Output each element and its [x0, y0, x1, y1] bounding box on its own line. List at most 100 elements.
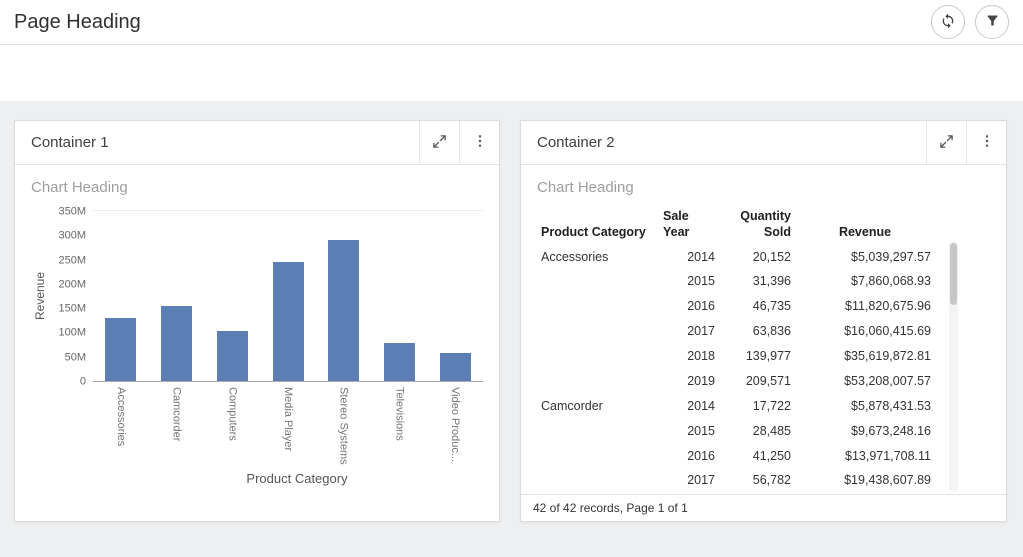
table-cell: 2016	[659, 444, 719, 469]
chart-bar[interactable]	[273, 262, 304, 381]
plot-row: 050M100M150M200M250M300M350M	[49, 210, 483, 382]
table-cell: 46,735	[719, 294, 795, 319]
bar-slot	[372, 211, 428, 381]
x-tick-label: Camcorder	[171, 387, 183, 465]
bar-slot	[93, 211, 149, 381]
table-head-row: Product CategorySale YearQuantity SoldRe…	[537, 206, 935, 245]
table-row: Camcorder201417,722$5,878,431.53	[537, 394, 935, 419]
container-2-expand-button[interactable]	[926, 121, 966, 164]
kebab-menu-icon	[979, 133, 995, 152]
table-cell: 2018	[659, 344, 719, 369]
filter-icon	[985, 13, 1000, 31]
x-axis-spacer	[49, 382, 93, 465]
container-1-menu-button[interactable]	[459, 121, 499, 164]
table-cell: 31,396	[719, 269, 795, 294]
chart-bar[interactable]	[440, 353, 471, 381]
container-1: Container 1 Chart Heading Revenue	[14, 120, 500, 522]
table-cell: 20,152	[719, 245, 795, 270]
y-tick-label: 300M	[58, 231, 86, 242]
table-cell: 2017	[659, 319, 719, 344]
x-tick-label: Televisions	[393, 387, 405, 465]
chart-bar[interactable]	[328, 240, 359, 381]
table-cell: $16,060,415.69	[795, 319, 935, 344]
table-cell	[537, 344, 659, 369]
chart-heading: Chart Heading	[537, 179, 990, 196]
y-axis-label: Revenue	[33, 210, 47, 382]
container-2-body: Chart Heading Product CategorySale YearQ…	[521, 165, 1006, 494]
container-2-menu-button[interactable]	[966, 121, 1006, 164]
table-cell	[537, 269, 659, 294]
table-header-cell: Quantity Sold	[719, 206, 795, 245]
y-tick-label: 150M	[58, 304, 86, 315]
toolbar-strip	[0, 45, 1023, 101]
table-cell	[537, 444, 659, 469]
scrollbar-thumb[interactable]	[950, 243, 957, 305]
table-scrollbar[interactable]	[949, 241, 958, 492]
x-tick-label: Media Player	[282, 387, 294, 465]
topbar-actions	[931, 5, 1009, 39]
y-tick-label: 350M	[58, 207, 86, 218]
data-table-wrap: Product CategorySale YearQuantity SoldRe…	[537, 206, 935, 494]
table-cell: $19,438,607.89	[795, 468, 935, 493]
chart-bar[interactable]	[217, 331, 248, 382]
table-row: Accessories201420,152$5,039,297.57	[537, 245, 935, 270]
table-cell: 2019	[659, 369, 719, 394]
table-row: 2018139,977$35,619,872.81	[537, 344, 935, 369]
chart-bar[interactable]	[105, 318, 136, 381]
table-row: 2019209,571$53,208,007.57	[537, 369, 935, 394]
table-cell: 2015	[659, 269, 719, 294]
x-axis-ticks: Accessories Camcorder Computers Media Playe…	[93, 382, 483, 465]
kebab-menu-icon	[472, 133, 488, 152]
data-table: Product CategorySale YearQuantity SoldRe…	[537, 206, 935, 494]
bar-slot	[204, 211, 260, 381]
y-tick-label: 200M	[58, 279, 86, 290]
y-axis-label-column: Revenue	[31, 210, 49, 486]
table-cell: $42,396,539.60	[795, 493, 935, 494]
x-tick-label: Computers	[226, 387, 238, 465]
x-ticks-row: Accessories Camcorder Computers Media Playe…	[49, 382, 483, 465]
table-cell: 209,571	[719, 369, 795, 394]
chart-bar[interactable]	[161, 306, 192, 381]
container-1-title: Container 1	[15, 121, 419, 164]
y-tick-label: 250M	[58, 255, 86, 266]
table-cell: $5,878,431.53	[795, 394, 935, 419]
x-tick-label: Video Produc...	[449, 387, 461, 465]
table-cell: $7,860,068.93	[795, 269, 935, 294]
container-2: Container 2 Chart Heading Product Catego…	[520, 120, 1007, 522]
container-1-expand-button[interactable]	[419, 121, 459, 164]
refresh-button[interactable]	[931, 5, 965, 39]
chart-bar[interactable]	[384, 343, 415, 381]
x-tick-slot: Video Produc...	[427, 382, 483, 465]
expand-icon	[939, 134, 954, 152]
table-row: 201641,250$13,971,708.11	[537, 444, 935, 469]
table-cell	[537, 468, 659, 493]
table-cell	[537, 294, 659, 319]
x-tick-slot: Stereo Systems	[316, 382, 372, 465]
table-cell: Camcorder	[537, 394, 659, 419]
table-cell: 123,972	[719, 493, 795, 494]
table-cell: $53,208,007.57	[795, 369, 935, 394]
plot-area	[93, 210, 483, 382]
y-tick-label: 0	[80, 377, 86, 388]
container-2-header: Container 2	[521, 121, 1006, 165]
table-row: 201646,735$11,820,675.96	[537, 294, 935, 319]
y-axis-ticks: 050M100M150M200M250M300M350M	[49, 210, 93, 382]
x-tick-label: Accessories	[115, 387, 127, 465]
table-cell: 41,250	[719, 444, 795, 469]
filter-button[interactable]	[975, 5, 1009, 39]
table-cell: 2017	[659, 468, 719, 493]
container-2-title: Container 2	[521, 121, 926, 164]
table-cell: 56,782	[719, 468, 795, 493]
table-cell: 2015	[659, 419, 719, 444]
table-cell: $5,039,297.57	[795, 245, 935, 270]
table-cell: 2014	[659, 245, 719, 270]
bar-slot	[316, 211, 372, 381]
table-header-cell: Product Category	[537, 206, 659, 245]
y-tick-label: 50M	[65, 352, 86, 363]
refresh-icon	[940, 13, 956, 32]
chart-heading: Chart Heading	[31, 179, 483, 196]
x-tick-slot: Computers	[204, 382, 260, 465]
bar-chart: Revenue 0 50M 100M 150M 200M 250M 300M 350M Acc…	[31, 210, 483, 486]
y-tick-label: 100M	[58, 328, 86, 339]
table-cell: 28,485	[719, 419, 795, 444]
